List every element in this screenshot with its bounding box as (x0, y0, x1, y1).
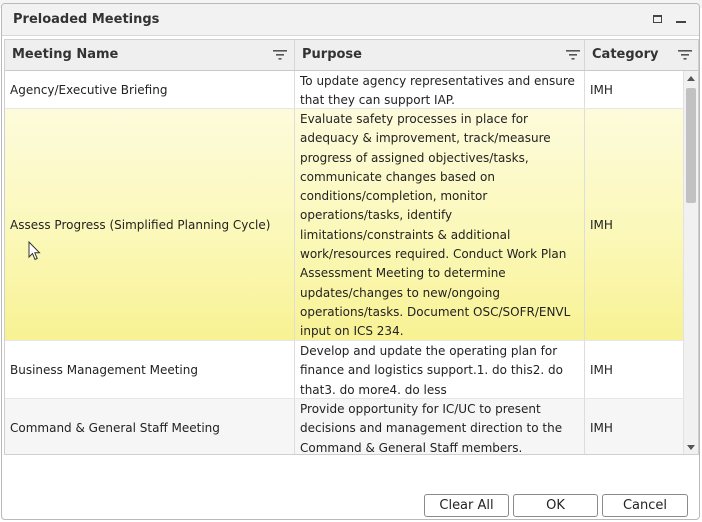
purpose-cell: Develop and update the operating plan fo… (295, 341, 585, 398)
purpose-cell: Evaluate safety processes in place for a… (295, 109, 585, 340)
column-header-purpose[interactable]: Purpose (295, 40, 585, 70)
column-header-label: Category (592, 47, 659, 62)
preloaded-meetings-dialog: Preloaded Meetings Meeting Name Purpose (1, 3, 700, 520)
table-row-selected[interactable]: Assess Progress (Simplified Planning Cyc… (5, 109, 685, 341)
filter-icon[interactable] (566, 49, 580, 61)
table-row[interactable]: Agency/Executive Briefing To update agen… (5, 71, 685, 109)
meeting-name-cell: Agency/Executive Briefing (5, 71, 295, 108)
meeting-name-cell: Command & General Staff Meeting (5, 399, 295, 454)
column-header-label: Meeting Name (12, 47, 119, 62)
table-row[interactable]: Business Management Meeting Develop and … (5, 341, 685, 399)
scrollbar-thumb[interactable] (686, 88, 696, 203)
column-header-label: Purpose (302, 47, 362, 62)
meeting-name-cell: Business Management Meeting (5, 341, 295, 398)
meetings-grid: Meeting Name Purpose Category Agency/Exe… (4, 39, 699, 455)
ok-button[interactable]: OK (513, 494, 598, 517)
column-header-meeting-name[interactable]: Meeting Name (5, 40, 295, 70)
table-row[interactable]: Command & General Staff Meeting Provide … (5, 399, 685, 454)
vertical-scrollbar[interactable] (683, 71, 698, 454)
purpose-cell: Provide opportunity for IC/UC to present… (295, 399, 585, 454)
scroll-down-icon[interactable] (687, 445, 695, 450)
scroll-up-icon[interactable] (687, 76, 695, 81)
maximize-icon (652, 15, 662, 23)
maximize-button[interactable] (649, 11, 665, 27)
category-cell: IMH (590, 362, 613, 377)
meeting-name-cell: Assess Progress (Simplified Planning Cyc… (5, 109, 295, 340)
grid-header: Meeting Name Purpose Category (5, 40, 698, 71)
clear-all-button[interactable]: Clear All (424, 494, 509, 517)
filter-icon[interactable] (678, 49, 692, 61)
dialog-title: Preloaded Meetings (13, 12, 160, 27)
column-header-category[interactable]: Category (585, 40, 692, 70)
category-cell: IMH (590, 420, 613, 435)
minimize-icon (676, 21, 686, 23)
minimize-button[interactable] (673, 11, 689, 27)
category-cell: IMH (590, 217, 613, 232)
dialog-footer: Clear All OK Cancel (2, 484, 699, 519)
dialog-titlebar: Preloaded Meetings (2, 4, 699, 36)
purpose-cell: To update agency representatives and ens… (295, 71, 585, 108)
category-cell: IMH (590, 82, 613, 97)
mouse-cursor-icon (28, 241, 41, 261)
filter-icon[interactable] (273, 49, 287, 61)
grid-body: Agency/Executive Briefing To update agen… (5, 71, 685, 454)
cancel-button[interactable]: Cancel (602, 494, 688, 517)
